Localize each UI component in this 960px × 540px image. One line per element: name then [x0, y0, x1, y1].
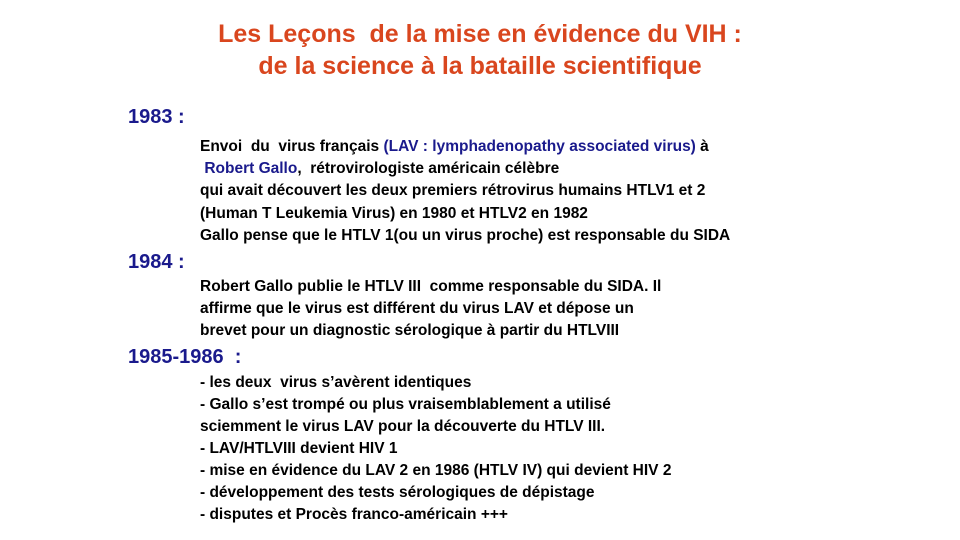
text-line: - mise en évidence du LAV 2 en 1986 (HTL…	[200, 462, 672, 479]
slide-title-line-1: Les Leçons de la mise en évidence du VIH…	[218, 20, 742, 48]
lav-term: (LAV : lymphadenopathy associated virus)	[383, 138, 696, 155]
text-line: - développement des tests sérologiques d…	[200, 484, 595, 501]
year-heading-1985-1986: 1985-1986 :	[128, 346, 242, 368]
year-heading-1984: 1984 :	[128, 251, 185, 273]
text-line: (Human T Leukemia Virus) en 1980 et HTLV…	[200, 205, 588, 222]
text-line: Gallo pense que le HTLV 1(ou un virus pr…	[200, 227, 731, 244]
text-line: - Gallo s’est trompé ou plus vraisemblab…	[200, 396, 611, 413]
text-line: brevet pour un diagnostic sérologique à …	[200, 322, 620, 339]
robert-gallo-name: Robert Gallo	[204, 160, 298, 177]
text-line: qui avait découvert les deux premiers ré…	[200, 182, 706, 199]
text-line: Robert Gallo, rétrovirologiste américain…	[204, 160, 560, 177]
text-line: - LAV/HTLVIII devient HIV 1	[200, 440, 398, 457]
text-line: Robert Gallo publie le HTLV III comme re…	[200, 278, 662, 295]
text-line: - disputes et Procès franco-américain ++…	[200, 506, 508, 523]
text-line: sciemment le virus LAV pour la découvert…	[200, 418, 606, 435]
text-line: affirme que le virus est différent du vi…	[200, 300, 634, 317]
text-line: - les deux virus s’avèrent identiques	[200, 374, 472, 391]
year-heading-1983: 1983 :	[128, 106, 185, 128]
slide-title: Les Leçons de la mise en évidence du VIH…	[0, 18, 960, 82]
text-line: Envoi du virus français (LAV : lymphaden…	[200, 138, 709, 155]
slide-title-line-2: de la science à la bataille scientifique	[258, 52, 702, 80]
